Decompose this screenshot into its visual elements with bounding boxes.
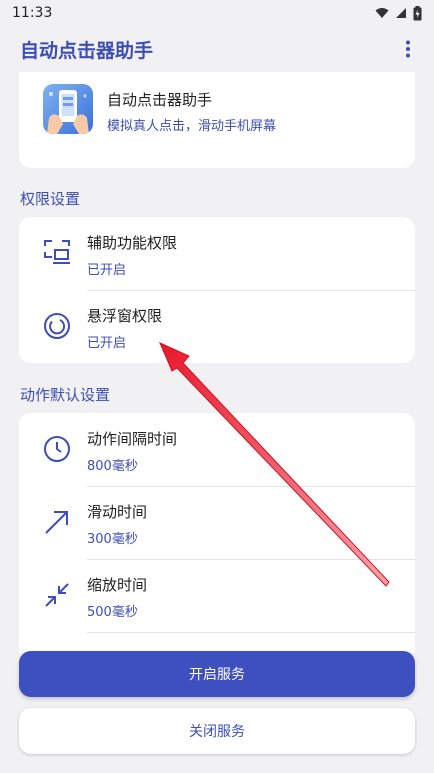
setting-value: 300毫秒 [87,532,138,547]
permission-row-floating-window[interactable]: 悬浮窗权限 已开启 [19,290,415,363]
setting-row-swipe-time[interactable]: 滑动时间 300毫秒 [19,486,415,559]
app-bar: 自动点击器助手 [0,26,434,72]
setting-label: 动作间隔时间 [87,430,178,448]
clock-icon [44,436,70,462]
setting-value: 800毫秒 [87,459,138,474]
status-bar: 11:33 [0,0,434,26]
more-options-button[interactable] [396,37,420,61]
setting-value: 500毫秒 [87,605,138,620]
app-description: 模拟真人点击，滑动手机屏幕 [107,119,277,134]
start-service-button[interactable]: 开启服务 [19,651,415,697]
permission-label: 辅助功能权限 [87,234,178,252]
wifi-icon [375,8,389,18]
status-icons [375,5,422,21]
setting-row-action-interval[interactable]: 动作间隔时间 800毫秒 [19,413,415,486]
defaults-card: 动作间隔时间 800毫秒 滑动时间 300毫秒 缩放时间 500毫秒 [19,413,415,653]
app-logo [43,84,93,134]
app-info-card: 自动点击器助手 模拟真人点击，滑动手机屏幕 [19,72,415,168]
more-vert-icon [406,40,410,58]
setting-row-zoom-time[interactable]: 缩放时间 500毫秒 [19,559,415,632]
battery-charging-icon [413,5,422,20]
phone-touch-logo [47,90,89,134]
accessibility-screen-icon [44,240,70,264]
signal-icon [396,8,406,18]
app-name: 自动点击器助手 [107,91,213,109]
row-divider [87,632,415,633]
permissions-card: 辅助功能权限 已开启 悬浮窗权限 已开启 [19,217,415,363]
app-title: 自动点击器助手 [20,39,154,62]
permission-status: 已开启 [87,263,127,278]
defaults-section-title: 动作默认设置 [20,386,111,404]
permission-label: 悬浮窗权限 [87,307,163,325]
permission-status: 已开启 [87,336,127,351]
setting-label: 缩放时间 [87,576,148,594]
permission-row-accessibility[interactable]: 辅助功能权限 已开启 [19,217,415,290]
setting-label: 滑动时间 [87,503,148,521]
floating-window-icon [44,313,70,339]
status-time: 11:33 [12,5,53,21]
permissions-section-title: 权限设置 [20,190,81,208]
stop-service-button[interactable]: 关闭服务 [19,708,415,754]
pinch-zoom-icon [45,583,69,607]
arrow-diagonal-icon [45,511,68,534]
